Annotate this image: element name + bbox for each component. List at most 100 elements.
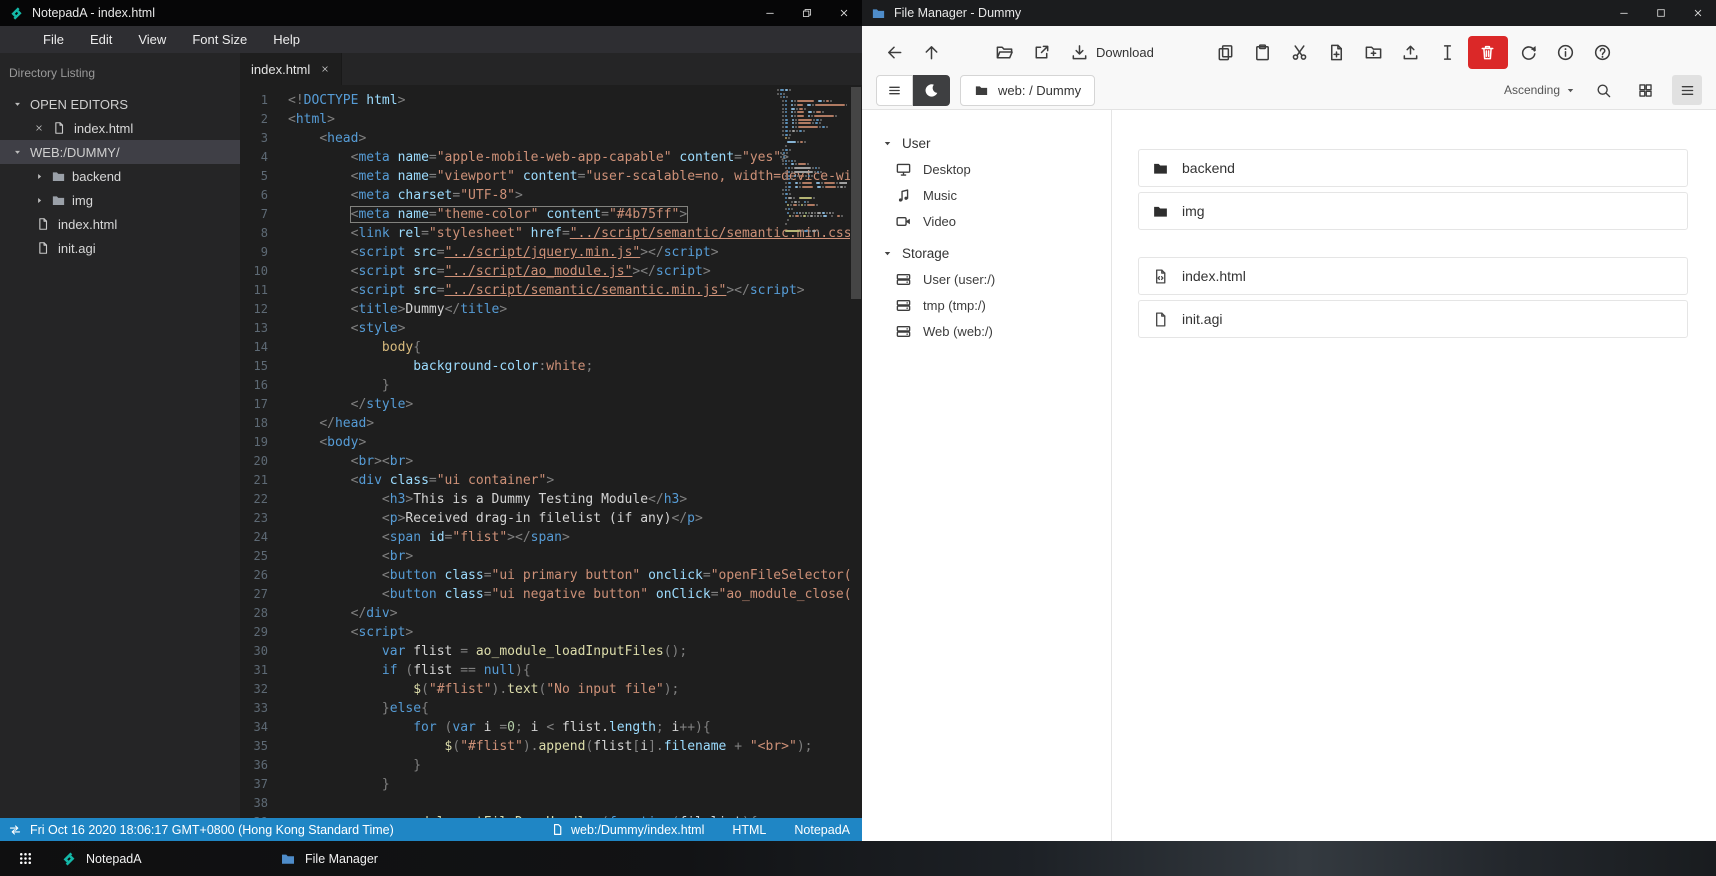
sidebar-section-header-storage[interactable]: Storage — [862, 240, 1111, 266]
taskbar-items: NotepadA File Manager — [46, 841, 484, 876]
refresh-button[interactable] — [1510, 36, 1547, 69]
file-manager-maximize-button[interactable] — [1642, 0, 1679, 26]
folder-icon — [51, 169, 66, 184]
sidebar-item-web-web[interactable]: Web (web:/) — [862, 318, 1111, 344]
notepada-restore-button[interactable] — [788, 0, 825, 26]
editor[interactable]: index.html 1 <!DOCTYPE html> 2 <html> 3 <hea… — [240, 53, 862, 818]
help-button[interactable] — [1584, 36, 1621, 69]
code-line-25: 25 <br> — [253, 549, 414, 564]
app-launcher-button[interactable] — [4, 841, 46, 876]
file-row-init-agi[interactable]: init.agi — [1138, 300, 1688, 338]
copy-button[interactable] — [1207, 36, 1244, 69]
open-button[interactable] — [986, 36, 1023, 69]
code-area[interactable]: 1 <!DOCTYPE html> 2 <html> 3 <head> 4 <meta n… — [240, 85, 850, 818]
notepada-minimize-button[interactable] — [751, 0, 788, 26]
trash-icon — [1478, 43, 1497, 62]
drive-icon — [895, 323, 912, 340]
tree-item-backend[interactable]: backend — [0, 164, 240, 188]
file-row-index-html[interactable]: index.html — [1138, 257, 1688, 295]
tree-item-open-editors[interactable]: OPEN EDITORS — [0, 92, 240, 116]
external-link-icon — [1032, 43, 1051, 62]
tab-close-icon[interactable] — [320, 64, 330, 74]
folder-plus-icon — [1364, 43, 1383, 62]
copy-icon — [1216, 43, 1235, 62]
menu-view[interactable]: View — [125, 26, 179, 53]
taskbar-item-file-manager[interactable]: File Manager — [265, 841, 484, 876]
back-button[interactable] — [876, 36, 913, 69]
sidebar-item-music[interactable]: Music — [862, 182, 1111, 208]
download-button[interactable]: Download — [1060, 36, 1164, 69]
open-in-new-window-button[interactable] — [1023, 36, 1060, 69]
file-row-label: init.agi — [1182, 311, 1223, 327]
sidebar-section-header-user[interactable]: User — [862, 130, 1111, 156]
rename-button[interactable] — [1429, 36, 1466, 69]
menu-toggle-button[interactable] — [876, 74, 913, 106]
file-manager-minimize-button[interactable] — [1605, 0, 1642, 26]
menubar: File Edit View Font Size Help — [0, 26, 862, 53]
sidebar-item-video[interactable]: Video — [862, 208, 1111, 234]
properties-button[interactable] — [1547, 36, 1584, 69]
taskbar-item-label: NotepadA — [86, 851, 142, 866]
file-manager-sidebar: User Desktop Music Video Storage User (user:/… — [862, 110, 1111, 841]
file-group: backend img — [1138, 149, 1688, 230]
file-manager-logo-icon — [871, 6, 886, 21]
minimize-icon — [764, 7, 776, 19]
drive-icon — [895, 271, 912, 288]
search-button[interactable] — [1588, 75, 1618, 105]
code-line-7: 7 <meta name="theme-color" content="#4b7… — [260, 206, 689, 223]
cut-button[interactable] — [1281, 36, 1318, 69]
sidebar-item-tmp-tmp[interactable]: tmp (tmp:/) — [862, 292, 1111, 318]
dark-mode-button[interactable] — [913, 74, 950, 106]
sidebar-item-desktop[interactable]: Desktop — [862, 156, 1111, 182]
grid-view-button[interactable] — [1630, 75, 1660, 105]
upload-tray-icon — [1401, 43, 1420, 62]
tree-item-index-html[interactable]: index.html — [0, 212, 240, 236]
code-line-27: 27 <button class="ui negative button" on… — [253, 587, 850, 602]
file-list: backend img index.html init.agi — [1138, 110, 1688, 343]
status-left: Fri Oct 16 2020 18:06:17 GMT+0800 (Hong … — [8, 823, 394, 837]
menu-edit[interactable]: Edit — [77, 26, 125, 53]
file-row-img[interactable]: img — [1138, 192, 1688, 230]
notepada-main: Directory Listing OPEN EDITORS index.html… — [0, 53, 862, 818]
file-manager-content: User Desktop Music Video Storage User (user:/… — [862, 110, 1716, 841]
menu-file[interactable]: File — [30, 26, 77, 53]
file-manager-close-button[interactable] — [1679, 0, 1716, 26]
new-file-button[interactable] — [1318, 36, 1355, 69]
code-line-24: 24 <span id="flist"></span> — [253, 530, 570, 545]
address-bar[interactable]: web: / Dummy — [960, 74, 1096, 106]
status-file-path: web:/Dummy/index.html — [551, 823, 704, 837]
tree-item-init-agi[interactable]: init.agi — [0, 236, 240, 260]
up-button[interactable] — [913, 36, 950, 69]
editor-scrollbar[interactable] — [850, 85, 862, 818]
notepada-close-button[interactable] — [825, 0, 862, 26]
taskbar-item-label: File Manager — [305, 851, 378, 866]
paste-button[interactable] — [1244, 36, 1281, 69]
close-icon — [1692, 7, 1704, 19]
arrow-up-icon — [922, 43, 941, 62]
taskbar-item-notepada[interactable]: NotepadA — [46, 841, 265, 876]
menu-font-size[interactable]: Font Size — [179, 26, 260, 53]
delete-button[interactable] — [1467, 35, 1508, 69]
menu-help[interactable]: Help — [260, 26, 313, 53]
code-line-1: 1 <!DOCTYPE html> — [260, 93, 406, 108]
sidebar-item-user-user[interactable]: User (user:/) — [862, 266, 1111, 292]
notepada-logo-icon — [61, 851, 77, 867]
tree-item-index-html[interactable]: index.html — [0, 116, 240, 140]
list-view-button[interactable] — [1672, 75, 1702, 105]
upload-button[interactable] — [1392, 36, 1429, 69]
new-folder-button[interactable] — [1355, 36, 1392, 69]
sort-order-dropdown[interactable]: Ascending — [1504, 83, 1576, 97]
tab-index-html[interactable]: index.html — [240, 53, 343, 85]
tree-item-img[interactable]: img — [0, 188, 240, 212]
minimize-icon — [1618, 7, 1630, 19]
tree-item-label: index.html — [58, 216, 118, 232]
tree-item-web-dummy[interactable]: WEB:/DUMMY/ — [0, 140, 240, 164]
download-tray-icon — [1070, 43, 1089, 62]
hamburger-icon — [886, 82, 903, 99]
file-group: index.html init.agi — [1138, 257, 1688, 338]
maximize-icon — [1655, 7, 1667, 19]
scrollbar-thumb[interactable] — [851, 87, 861, 299]
code-line-36: 36 } — [253, 758, 422, 773]
file-row-backend[interactable]: backend — [1138, 149, 1688, 187]
minimap[interactable] — [777, 89, 847, 234]
